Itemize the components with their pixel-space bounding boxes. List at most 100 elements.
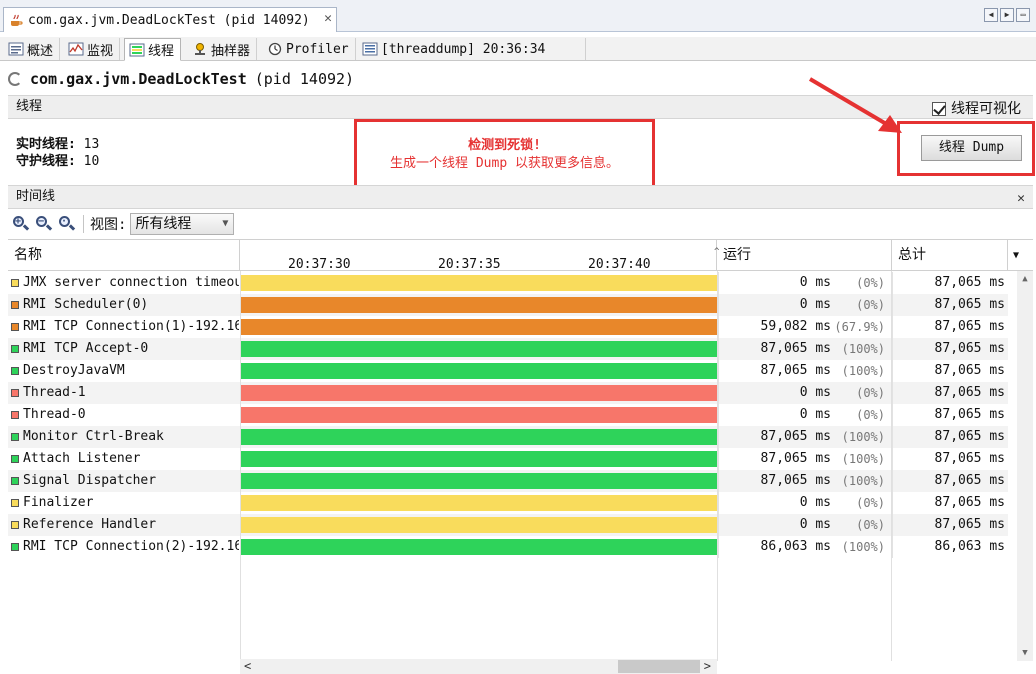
total-time: 87,065 ms: [934, 319, 1005, 334]
column-header-total[interactable]: 总计: [892, 240, 1008, 271]
live-threads-value: 13: [83, 137, 100, 152]
total-time: 87,065 ms: [934, 297, 1005, 312]
column-header-run[interactable]: 运行: [717, 240, 892, 271]
table-row[interactable]: Attach Listener 87,065 ms (100%) 87,065 ms: [8, 448, 1008, 470]
total-time-cell: 87,065 ms: [892, 448, 1008, 470]
tab-navigation: ◀ ▶ ▭: [984, 8, 1030, 22]
timeline-horizontal-scrollbar[interactable]: < >: [240, 659, 717, 674]
run-time: 0 ms: [799, 407, 831, 422]
view-dropdown[interactable]: 所有线程 ▼: [130, 213, 235, 235]
annotation-arrow-icon: [808, 77, 902, 133]
run-time-cell: 87,065 ms (100%): [718, 470, 891, 492]
total-time-cell: 87,065 ms: [892, 514, 1008, 536]
tab-threads[interactable]: 线程: [124, 38, 182, 61]
thread-state-swatch: [11, 389, 19, 397]
total-time: 87,065 ms: [934, 473, 1005, 488]
live-threads-label: 实时线程:: [16, 137, 76, 152]
window-list-icon[interactable]: ▭: [1016, 8, 1030, 22]
total-time-cell: 87,065 ms: [892, 360, 1008, 382]
run-time-cell: 59,082 ms (67.9%): [718, 316, 891, 338]
overview-icon: [8, 42, 24, 56]
total-time: 87,065 ms: [934, 407, 1005, 422]
visualize-checkbox[interactable]: [932, 102, 946, 116]
thread-state-swatch: [11, 323, 19, 331]
thread-name-cell: Reference Handler: [11, 514, 239, 536]
run-percent: (100%): [841, 430, 885, 444]
threaddump-icon: [362, 42, 378, 56]
tab-label: 监视: [87, 43, 114, 59]
chevron-down-icon: ▼: [222, 218, 229, 229]
run-percent: (0%): [856, 386, 885, 400]
thread-name-cell: JMX server connection timeout: [11, 272, 239, 294]
thread-name: JMX server connection timeout: [23, 275, 239, 290]
tab-monitor[interactable]: 监视: [64, 38, 121, 60]
thread-state-swatch: [11, 499, 19, 507]
run-time-cell: 87,065 ms (100%): [718, 426, 891, 448]
thread-name: RMI TCP Connection(1)-192.168: [23, 319, 239, 334]
chevron-left-icon[interactable]: ◀: [984, 8, 998, 22]
scroll-down-icon[interactable]: ▼: [1017, 645, 1033, 661]
run-time: 0 ms: [799, 297, 831, 312]
column-header-name[interactable]: 名称: [8, 240, 240, 271]
run-time: 87,065 ms: [760, 473, 831, 488]
table-row[interactable]: Signal Dispatcher 87,065 ms (100%) 87,065 m…: [8, 470, 1008, 492]
document-tab[interactable]: com.gax.jvm.DeadLockTest (pid 14092) ✕: [3, 7, 337, 32]
close-icon[interactable]: ✕: [1017, 188, 1025, 210]
vertical-scrollbar[interactable]: ▲ ▼: [1017, 271, 1033, 661]
zoom-in-icon[interactable]: +: [12, 215, 30, 233]
scroll-right-icon[interactable]: >: [704, 659, 711, 674]
run-percent: (0%): [856, 298, 885, 312]
column-header-timeline[interactable]: ^ 20:37:30 20:37:35 20:37:40: [240, 240, 719, 272]
table-row[interactable]: Thread-0 0 ms (0%) 87,065 ms: [8, 404, 1008, 426]
run-time: 87,065 ms: [760, 429, 831, 444]
table-row[interactable]: Monitor Ctrl-Break 87,065 ms (100%) 87,065 …: [8, 426, 1008, 448]
thread-name-cell: RMI Scheduler(0): [11, 294, 239, 316]
tab-overview[interactable]: 概述: [4, 38, 61, 60]
deadlock-alert: 检测到死锁! 生成一个线程 Dump 以获取更多信息。: [354, 119, 655, 188]
table-row[interactable]: RMI TCP Accept-0 87,065 ms (100%) 87,065 ms: [8, 338, 1008, 360]
tab-label: Profiler: [286, 41, 349, 57]
monitor-icon: [68, 42, 84, 56]
scroll-left-icon[interactable]: <: [244, 659, 251, 674]
total-time: 87,065 ms: [934, 275, 1005, 290]
table-row[interactable]: Finalizer 0 ms (0%) 87,065 ms: [8, 492, 1008, 514]
table-row[interactable]: JMX server connection timeout 0 ms (0%) 87,…: [8, 272, 1008, 294]
process-name: com.gax.jvm.DeadLockTest: [30, 70, 247, 88]
table-row[interactable]: RMI TCP Connection(2)-192.168 86,063 ms (1…: [8, 536, 1008, 558]
loading-spinner-icon: [8, 72, 22, 86]
thread-dump-button[interactable]: 线程 Dump: [921, 135, 1022, 161]
close-icon[interactable]: ✕: [324, 11, 332, 26]
table-row[interactable]: RMI Scheduler(0) 0 ms (0%) 87,065 ms: [8, 294, 1008, 316]
total-time-cell: 87,065 ms: [892, 272, 1008, 294]
run-time-cell: 0 ms (0%): [718, 492, 891, 514]
visualize-label: 线程可视化: [951, 101, 1021, 117]
table-row[interactable]: Reference Handler 0 ms (0%) 87,065 ms: [8, 514, 1008, 536]
table-row[interactable]: Thread-1 0 ms (0%) 87,065 ms: [8, 382, 1008, 404]
thread-name: RMI Scheduler(0): [23, 297, 149, 312]
run-time-cell: 0 ms (0%): [718, 294, 891, 316]
thread-name: Thread-1: [23, 385, 86, 400]
run-time: 59,082 ms: [760, 319, 831, 334]
thread-state-swatch: [11, 367, 19, 375]
tab-profiler[interactable]: Profiler: [263, 38, 356, 60]
sampler-icon: [192, 42, 208, 56]
table-row[interactable]: DestroyJavaVM 87,065 ms (100%) 87,065 ms: [8, 360, 1008, 382]
chevron-right-icon[interactable]: ▶: [1000, 8, 1014, 22]
scrollbar-thumb[interactable]: [618, 660, 700, 673]
thread-timeline-bar: [240, 385, 717, 401]
zoom-fit-icon[interactable]: ·: [58, 215, 76, 233]
column-chooser-icon[interactable]: ▼: [1008, 240, 1033, 271]
total-time: 87,065 ms: [934, 363, 1005, 378]
thread-name: Finalizer: [23, 495, 94, 510]
tab-threaddump[interactable]: [threaddump] 20:36:34: [358, 38, 586, 60]
run-time: 86,063 ms: [760, 539, 831, 554]
run-percent: (100%): [841, 452, 885, 466]
scroll-up-icon[interactable]: ▲: [1017, 271, 1033, 287]
total-time-cell: 87,065 ms: [892, 404, 1008, 426]
zoom-out-icon[interactable]: −: [35, 215, 53, 233]
table-row[interactable]: RMI TCP Connection(1)-192.168 59,082 ms (6…: [8, 316, 1008, 338]
total-time: 87,065 ms: [934, 451, 1005, 466]
thread-state-swatch: [11, 521, 19, 529]
tab-sampler[interactable]: 抽样器: [188, 38, 258, 60]
visualize-threads-toggle[interactable]: 线程可视化: [932, 98, 1021, 120]
